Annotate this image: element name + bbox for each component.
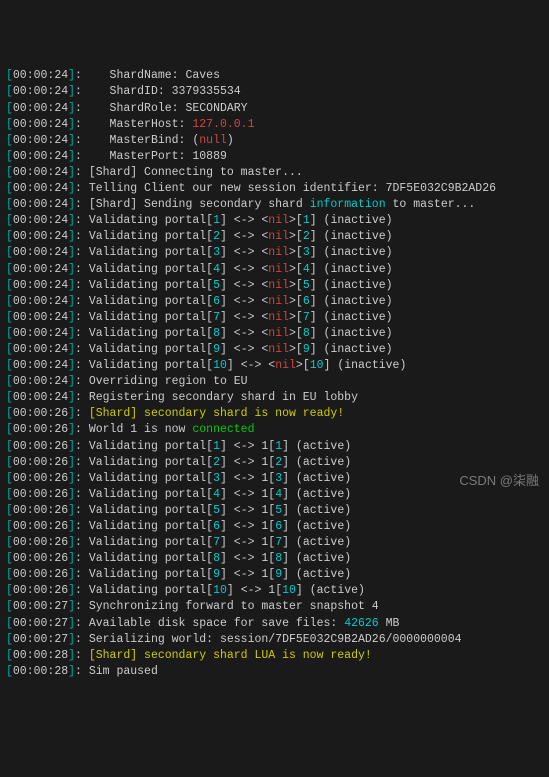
- portal-inactive: [00:00:24]: Validating portal[5] <-> <ni…: [6, 278, 543, 294]
- portal-active: [00:00:26]: Validating portal[1] <-> 1[1…: [6, 439, 543, 455]
- cfg-shardid: [00:00:24]: ShardID: 3379335534: [6, 84, 543, 100]
- msg-disk: [00:00:27]: Available disk space for sav…: [6, 616, 543, 632]
- msg-override: [00:00:24]: Overriding region to EU: [6, 374, 543, 390]
- msg-serializing: [00:00:27]: Serializing world: session/7…: [6, 632, 543, 648]
- watermark: CSDN @柒融: [459, 472, 539, 490]
- portal-active: [00:00:26]: Validating portal[9] <-> 1[9…: [6, 567, 543, 583]
- portal-inactive: [00:00:24]: Validating portal[4] <-> <ni…: [6, 262, 543, 278]
- portal-inactive: [00:00:24]: Validating portal[1] <-> <ni…: [6, 213, 543, 229]
- cfg-masterport: [00:00:24]: MasterPort: 10889: [6, 149, 543, 165]
- portal-active: [00:00:26]: Validating portal[5] <-> 1[5…: [6, 503, 543, 519]
- portal-inactive: [00:00:24]: Validating portal[7] <-> <ni…: [6, 310, 543, 326]
- msg-world-connected: [00:00:26]: World 1 is now connected: [6, 422, 543, 438]
- portal-inactive: [00:00:24]: Validating portal[10] <-> <n…: [6, 358, 543, 374]
- console-log: [00:00:24]: ShardName: Caves[00:00:24]: …: [6, 68, 543, 680]
- msg-connecting: [00:00:24]: [Shard] Connecting to master…: [6, 165, 543, 181]
- portal-inactive: [00:00:24]: Validating portal[8] <-> <ni…: [6, 326, 543, 342]
- cfg-shardname: [00:00:24]: ShardName: Caves: [6, 68, 543, 84]
- portal-inactive: [00:00:24]: Validating portal[2] <-> <ni…: [6, 229, 543, 245]
- msg-sync: [00:00:27]: Synchronizing forward to mas…: [6, 599, 543, 615]
- portal-inactive: [00:00:24]: Validating portal[3] <-> <ni…: [6, 245, 543, 261]
- msg-shard-ready: [00:00:26]: [Shard] secondary shard is n…: [6, 406, 543, 422]
- cfg-masterbind: [00:00:24]: MasterBind: (null): [6, 133, 543, 149]
- portal-active: [00:00:26]: Validating portal[10] <-> 1[…: [6, 583, 543, 599]
- msg-registering: [00:00:24]: Registering secondary shard …: [6, 390, 543, 406]
- portal-active: [00:00:26]: Validating portal[6] <-> 1[6…: [6, 519, 543, 535]
- portal-active: [00:00:26]: Validating portal[2] <-> 1[2…: [6, 455, 543, 471]
- msg-sending: [00:00:24]: [Shard] Sending secondary sh…: [6, 197, 543, 213]
- portal-inactive: [00:00:24]: Validating portal[6] <-> <ni…: [6, 294, 543, 310]
- portal-active: [00:00:26]: Validating portal[7] <-> 1[7…: [6, 535, 543, 551]
- msg-session: [00:00:24]: Telling Client our new sessi…: [6, 181, 543, 197]
- portal-active: [00:00:26]: Validating portal[8] <-> 1[8…: [6, 551, 543, 567]
- cfg-shardrole: [00:00:24]: ShardRole: SECONDARY: [6, 101, 543, 117]
- cfg-masterhost: [00:00:24]: MasterHost: 127.0.0.1: [6, 117, 543, 133]
- msg-lua-ready: [00:00:28]: [Shard] secondary shard LUA …: [6, 648, 543, 664]
- msg-sim-paused: [00:00:28]: Sim paused: [6, 664, 543, 680]
- portal-inactive: [00:00:24]: Validating portal[9] <-> <ni…: [6, 342, 543, 358]
